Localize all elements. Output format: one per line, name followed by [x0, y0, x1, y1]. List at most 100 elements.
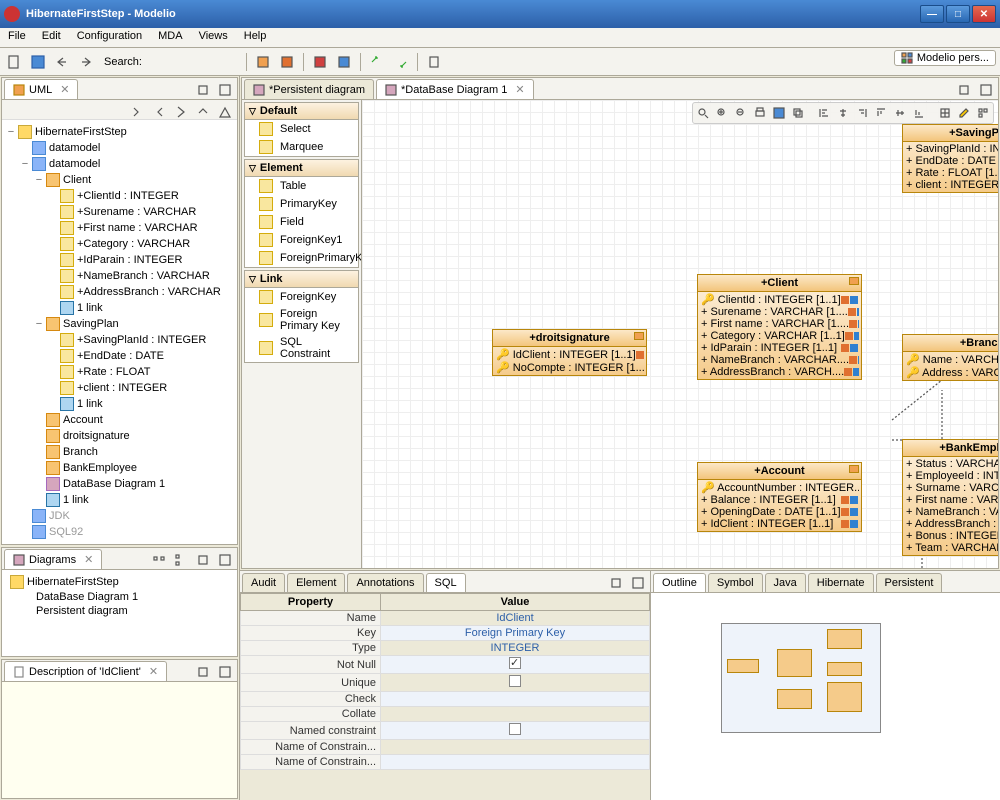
uml-tree[interactable]: −HibernateFirstStepdatamodel−datamodel−C…	[2, 120, 237, 544]
tree-nav-icon-3[interactable]	[171, 102, 191, 122]
redo-icon[interactable]	[76, 52, 96, 72]
close-icon[interactable]: ✕	[60, 83, 69, 96]
align-right-icon[interactable]	[854, 105, 870, 121]
outline-canvas[interactable]	[651, 593, 1000, 800]
prop-value[interactable]	[381, 755, 650, 770]
tree-item[interactable]: droitsignature	[6, 428, 233, 444]
prop-value[interactable]: INTEGER	[381, 641, 650, 656]
editor-tab-persistent[interactable]: *Persistent diagram	[244, 79, 374, 99]
diag-tool-3[interactable]	[193, 550, 213, 570]
tab-java[interactable]: Java	[765, 573, 806, 592]
tree-item[interactable]: −datamodel	[6, 156, 233, 172]
property-table[interactable]: PropertyValue NameIdClientKeyForeign Pri…	[240, 593, 650, 800]
tree-item[interactable]: +SavingPlanId : INTEGER	[6, 332, 233, 348]
diagram-canvas[interactable]: +droitsignature🔑 IdClient : INTEGER [1..…	[362, 100, 998, 568]
tool-icon-5[interactable]	[367, 52, 387, 72]
minimize-view-icon[interactable]	[193, 80, 213, 100]
tree-item[interactable]: datamodel	[6, 140, 233, 156]
prop-value[interactable]: IdClient	[381, 611, 650, 626]
palette-item[interactable]: Foreign Primary Key	[245, 306, 358, 334]
prop-value[interactable]	[381, 740, 650, 755]
tool-icon-1[interactable]	[253, 52, 273, 72]
tab-persistent[interactable]: Persistent	[876, 573, 943, 592]
tree-item[interactable]: +client : INTEGER	[6, 380, 233, 396]
tool-icon-3[interactable]	[310, 52, 330, 72]
tree-item[interactable]: Branch	[6, 444, 233, 460]
tree-nav-icon-2[interactable]	[149, 102, 169, 122]
tree-nav-icon-1[interactable]	[127, 102, 147, 122]
editor-tab-database[interactable]: *DataBase Diagram 1 ✕	[376, 79, 534, 99]
tree-item[interactable]: −HibernateFirstStep	[6, 124, 233, 140]
minimize-view-icon[interactable]	[954, 80, 974, 100]
prop-value[interactable]	[381, 656, 650, 674]
tree-item[interactable]: Account	[6, 412, 233, 428]
close-icon[interactable]: ✕	[84, 553, 93, 566]
tree-item[interactable]: +ClientId : INTEGER	[6, 188, 233, 204]
palette-item[interactable]: Field	[245, 213, 358, 231]
perspective-button[interactable]: Modelio pers...	[894, 50, 996, 66]
palette-item[interactable]: SQL Constraint	[245, 334, 358, 362]
tree-item[interactable]: +NameBranch : VARCHAR	[6, 268, 233, 284]
tree-item[interactable]: DataBase Diagram 1	[6, 590, 233, 604]
prop-value[interactable]	[381, 707, 650, 722]
palette-group-header[interactable]: ▽Element	[245, 160, 358, 177]
palette-item[interactable]: PrimaryKey	[245, 195, 358, 213]
palette-item[interactable]: Select	[245, 120, 358, 138]
prop-tool-2[interactable]	[628, 573, 648, 593]
tree-item[interactable]: SQL92	[6, 524, 233, 540]
diag-tool-2[interactable]	[171, 550, 191, 570]
close-icon[interactable]: ✕	[149, 665, 158, 678]
tool-icon-6[interactable]	[391, 52, 411, 72]
tab-sql[interactable]: SQL	[426, 573, 466, 592]
palette-group-header[interactable]: ▽Link	[245, 271, 358, 288]
tool-icon-7[interactable]	[424, 52, 444, 72]
save-icon[interactable]	[771, 105, 787, 121]
diag-tool-1[interactable]	[149, 550, 169, 570]
minimize-view-icon[interactable]	[193, 662, 213, 682]
menu-help[interactable]: Help	[236, 28, 275, 47]
palette-item[interactable]: Table	[245, 177, 358, 195]
tree-item[interactable]: Persistent diagram	[6, 604, 233, 618]
edit-icon[interactable]	[956, 105, 972, 121]
save-icon[interactable]	[28, 52, 48, 72]
tree-item[interactable]: 1 link	[6, 492, 233, 508]
tab-element[interactable]: Element	[287, 573, 345, 592]
new-icon[interactable]	[4, 52, 24, 72]
print-icon[interactable]	[752, 105, 768, 121]
layout-icon[interactable]	[975, 105, 991, 121]
tree-item[interactable]: +First name : VARCHAR	[6, 220, 233, 236]
tree-nav-icon-5[interactable]	[215, 102, 235, 122]
entity-account[interactable]: +Account🔑 AccountNumber : INTEGER....+ B…	[697, 462, 862, 532]
diagrams-tree[interactable]: HibernateFirstStepDataBase Diagram 1Pers…	[2, 570, 237, 656]
maximize-view-icon[interactable]	[976, 80, 996, 100]
tree-item[interactable]: +Category : VARCHAR	[6, 236, 233, 252]
tree-item[interactable]: 1 link	[6, 300, 233, 316]
align-middle-icon[interactable]	[892, 105, 908, 121]
uml-tab[interactable]: UML ✕	[4, 79, 78, 99]
entity-bankemployee[interactable]: +BankEmployee+ Status : VARCHAR [1..1]+ …	[902, 439, 998, 556]
entity-branch[interactable]: +Branch🔑 Name : VARCHAR [1..1]🔑 Address …	[902, 334, 998, 381]
tab-hibernate[interactable]: Hibernate	[808, 573, 874, 592]
prop-tool-1[interactable]	[606, 573, 626, 593]
grid-icon[interactable]	[937, 105, 953, 121]
tree-item[interactable]: −SavingPlan	[6, 316, 233, 332]
maximize-button[interactable]: □	[946, 5, 970, 23]
tab-symbol[interactable]: Symbol	[708, 573, 763, 592]
palette-group-header[interactable]: ▽Default	[245, 103, 358, 120]
description-content[interactable]	[2, 682, 237, 798]
tree-item[interactable]: JDK	[6, 508, 233, 524]
palette-item[interactable]: ForeignPrimaryKey1	[245, 249, 358, 267]
align-left-icon[interactable]	[816, 105, 832, 121]
tab-annotations[interactable]: Annotations	[347, 573, 423, 592]
tool-icon-2[interactable]	[277, 52, 297, 72]
zoom-fit-icon[interactable]	[695, 105, 711, 121]
zoom-out-icon[interactable]	[733, 105, 749, 121]
align-top-icon[interactable]	[873, 105, 889, 121]
menu-mda[interactable]: MDA	[150, 28, 190, 47]
entity-savingplan[interactable]: +SavingPlan+ SavingPlanId : INTEGER ....…	[902, 124, 998, 193]
entity-droitsignature[interactable]: +droitsignature🔑 IdClient : INTEGER [1..…	[492, 329, 647, 376]
tool-icon-4[interactable]	[334, 52, 354, 72]
tree-item[interactable]: HibernateFirstStep	[6, 574, 233, 590]
tree-item[interactable]: +Surename : VARCHAR	[6, 204, 233, 220]
tree-item[interactable]: DataBase Diagram 1	[6, 476, 233, 492]
